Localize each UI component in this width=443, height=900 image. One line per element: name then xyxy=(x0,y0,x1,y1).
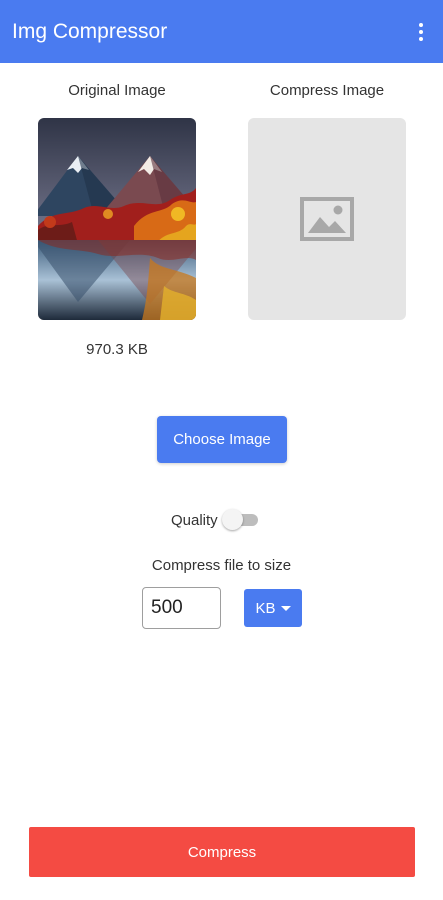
app-bar: Img Compressor xyxy=(0,0,443,63)
unit-dropdown-value: KB xyxy=(255,599,276,617)
unit-dropdown[interactable]: KB xyxy=(244,589,302,627)
compress-image-label: Compress Image xyxy=(269,82,385,99)
original-image-label: Original Image xyxy=(68,82,166,99)
app-title: Img Compressor xyxy=(12,19,168,43)
quality-toggle[interactable] xyxy=(221,509,260,531)
original-size-text: 970.3 KB xyxy=(86,341,148,358)
original-image-preview xyxy=(38,118,196,320)
compressed-image-placeholder xyxy=(248,118,406,320)
quality-toggle-thumb xyxy=(221,509,243,530)
choose-image-button[interactable]: Choose Image xyxy=(157,416,287,463)
compress-button[interactable]: Compress xyxy=(29,827,415,877)
quality-label: Quality xyxy=(171,511,218,529)
more-vert-icon[interactable] xyxy=(413,20,429,44)
target-size-input[interactable] xyxy=(142,587,221,629)
caret-down-icon xyxy=(280,605,291,611)
image-placeholder-icon xyxy=(300,197,354,241)
quality-row: Quality xyxy=(171,509,260,531)
compress-size-label: Compress file to size xyxy=(151,557,292,574)
